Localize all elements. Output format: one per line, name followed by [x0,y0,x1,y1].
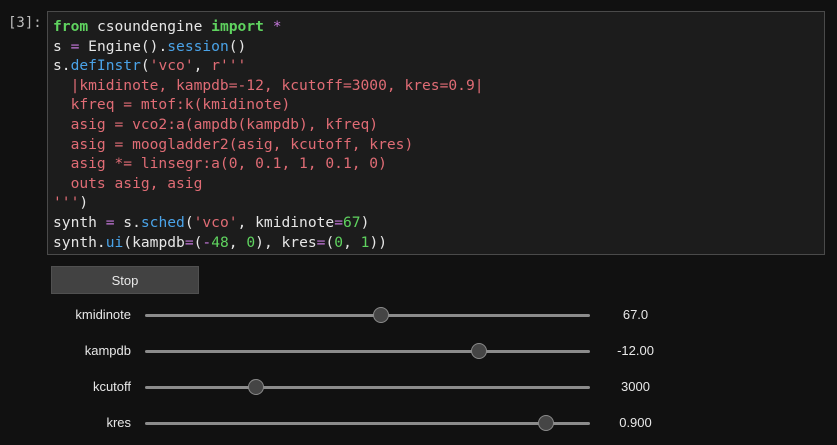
code-token: 'vco' [149,57,194,75]
code-token: = [105,213,115,231]
code-line: ''') [53,193,484,213]
code-token: , [343,233,361,251]
code-token: = [184,233,194,251]
code-line: kfreq = mtof:k(kmidinote) [53,95,484,115]
slider-value: 0.900 [619,415,652,430]
code-line: asig = moogladder2(asig, kcutoff, kres) [53,135,484,155]
code-token: 67 [343,213,361,231]
code-token: , kmidinote [237,213,335,231]
code-line: asig *= linsegr:a(0, 0.1, 1, 0.1, 0) [53,154,484,174]
slider-label: kampdb [84,343,131,358]
slider-label: kmidinote [75,307,131,322]
code-token: ui [105,233,124,251]
code-line: synth.ui(kampdb=(-48, 0), kres=(0, 1)) [53,233,484,253]
code-line: s.defInstr('vco', r''' [53,56,484,76]
code-token: ) [79,194,89,212]
code-token: () [228,37,247,55]
slider-handle[interactable] [248,379,265,395]
notebook-page: [3]: from csoundengine import * s = Engin… [0,0,837,445]
slider-row-kmidinote: kmidinote 67.0 [0,303,837,327]
code-token: (kampdb [123,233,185,251]
code-line: |kmidinote, kampdb=-12, kcutoff=3000, kr… [53,76,484,96]
code-token: |kmidinote, kampdb=-12, kcutoff=3000, kr… [53,76,484,94]
code-token: s. [114,213,141,231]
slider-handle[interactable] [537,415,554,431]
code-token: s [53,37,71,55]
code-token: Engine(). [79,37,168,55]
code-line: synth = s.sched('vco', kmidinote=67) [53,213,484,233]
code-token: = [334,213,343,231]
code-token: csoundengine [88,18,212,35]
code-token: ) [360,213,370,231]
slider-row-kcutoff: kcutoff 3000 [0,375,837,399]
slider-track[interactable] [145,415,590,431]
code-token: sched [140,213,185,231]
code-line: from csoundengine import * [53,17,484,37]
code-token: )) [369,233,388,251]
code-token: 48 [211,233,229,251]
slider-label: kcutoff [92,379,131,394]
slider-track[interactable] [145,307,590,323]
code-token: ( [140,57,150,75]
code-token: * [272,18,282,35]
code-token: synth [53,213,106,231]
slider-value: -12.00 [617,343,654,358]
slider-value: 3000 [621,379,650,394]
code-token: ''' [53,194,80,212]
code-token: ( [184,213,194,231]
slider-row-kres: kres 0.900 [0,411,837,435]
code-token: session [167,37,229,55]
slider-label: kres [106,415,131,430]
code-token: 'vco' [193,213,238,231]
code-token: 0 [334,233,344,251]
code-token: ( [325,233,335,251]
slider-handle[interactable] [372,307,389,323]
code-token: , [193,57,212,75]
cell-prompt: [3]: [8,15,42,31]
code-line: s = Engine().session() [53,37,484,57]
code-token: asig = vco2:a(ampdb(kampdb), kfreq) [53,115,379,133]
code-token: s. [53,57,71,75]
code-line: asig = vco2:a(ampdb(kampdb), kfreq) [53,115,484,135]
slider-row-kampdb: kampdb -12.00 [0,339,837,363]
slider-track[interactable] [145,379,590,395]
code-token: r''' [211,57,247,75]
code-token: asig *= linsegr:a(0, 0.1, 1, 0.1, 0) [53,155,387,173]
slider-value: 67.0 [622,307,649,322]
stop-button[interactable]: Stop [51,266,199,294]
code-token: asig = moogladder2(asig, kcutoff, kres) [53,135,414,153]
code-token: - [202,233,212,251]
code-token: from [53,18,89,35]
code-token: synth. [53,233,106,251]
code-token: , [228,233,247,251]
slider-handle[interactable] [470,343,487,359]
code-token: kfreq = mtof:k(kmidinote) [53,96,291,114]
code-token: ), kres [255,233,317,251]
code-token: import [211,18,264,35]
code-editor[interactable]: from csoundengine import * s = Engine().s… [53,17,484,252]
code-cell[interactable]: from csoundengine import * s = Engine().s… [47,11,825,255]
code-line: outs asig, asig [53,174,484,194]
code-token: outs asig, asig [53,174,203,192]
code-token: 0 [246,233,256,251]
slider-track[interactable] [145,343,590,359]
code-token: defInstr [70,57,141,75]
